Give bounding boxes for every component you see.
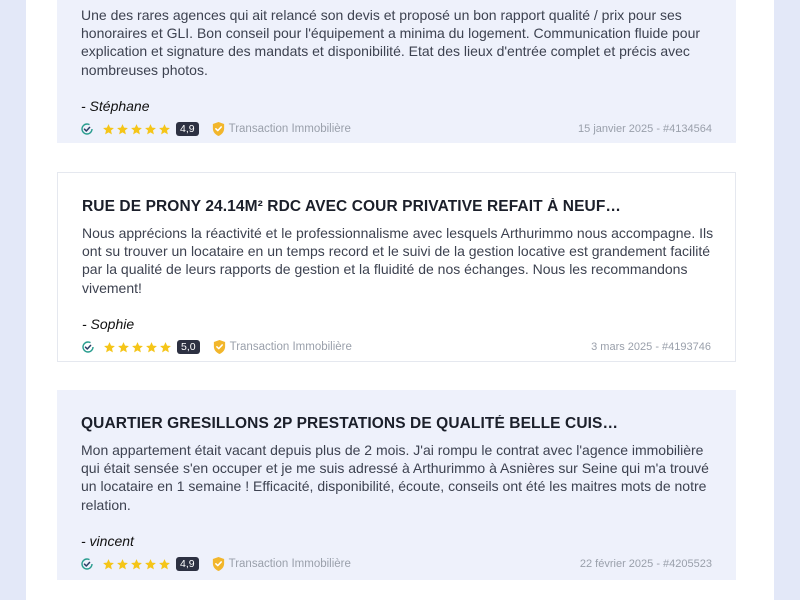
shield-check-icon [212,556,224,572]
shield-check-icon [213,339,225,355]
review-card: RUE DE PRONY 24.14M² RDC AVEC COUR PRIVA… [57,172,736,362]
star-icon [117,558,128,569]
star-icon [160,341,171,352]
review-date-ref: 3 mars 2025 - #4193746 [591,341,711,353]
review-meta: 4,9 Transaction Immobilière 22 février 2… [81,554,712,574]
review-date-ref: 22 février 2025 - #4205523 [579,558,712,570]
star-icon [145,123,156,134]
review-title[interactable]: RUE DE PRONY 24.14M² RDC AVEC COUR PRIVA… [82,198,625,216]
review-category: Transaction Immobilière [229,341,352,353]
rating-badge: 4,9 [176,122,199,136]
rating-badge: 4,9 [176,557,199,571]
star-icon [104,341,115,352]
review-category: Transaction Immobilière [228,558,351,570]
review-meta: 4,9 Transaction Immobilière 15 janvier 2… [81,119,712,139]
star-icon [131,558,142,569]
review-card: QUARTIER GRESILLONS 2P PRESTATIONS DE QU… [57,390,736,580]
rating-stars [102,123,171,136]
review-category: Transaction Immobilière [228,123,351,135]
review-text: Une des rares agences qui ait relancé so… [81,7,701,78]
check-circle-icon [82,341,94,353]
rating-stars [102,558,171,571]
star-icon [103,558,114,569]
review-text: Nous apprécions la réactivité et le prof… [82,225,714,296]
review-text: Mon appartement était vacant depuis plus… [81,442,709,513]
check-circle-icon [81,558,93,570]
review-card: Une des rares agences qui ait relancé so… [57,0,736,143]
shield-check-icon [212,121,224,137]
review-author: - Sophie [82,316,135,332]
rating-badge: 5,0 [177,340,200,354]
review-date-ref: 15 janvier 2025 - #4134564 [578,123,712,135]
review-author: - Stéphane [81,98,150,114]
review-meta: 5,0 Transaction Immobilière 3 mars 2025 … [82,337,711,357]
star-icon [118,341,129,352]
star-icon [103,123,114,134]
rating-stars [103,341,172,354]
star-icon [159,123,170,134]
check-circle-icon [81,123,93,135]
star-icon [117,123,128,134]
star-icon [131,123,142,134]
star-icon [159,558,170,569]
star-icon [132,341,143,352]
star-icon [145,558,156,569]
reviews-page: Une des rares agences qui ait relancé so… [26,0,774,600]
review-author: - vincent [81,533,134,549]
review-title[interactable]: QUARTIER GRESILLONS 2P PRESTATIONS DE QU… [81,415,618,433]
star-icon [146,341,157,352]
